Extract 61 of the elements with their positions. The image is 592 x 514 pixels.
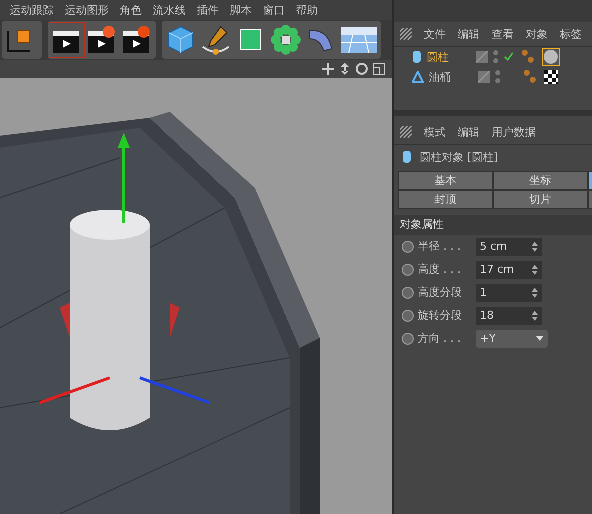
spinner-arrows-icon[interactable] [532, 310, 538, 320]
menu-item[interactable]: 帮助 [296, 2, 318, 18]
material-tags-icon[interactable] [523, 69, 539, 85]
move-icon[interactable] [321, 62, 335, 76]
radio-button[interactable] [402, 240, 414, 252]
menu-item[interactable]: 编辑 [458, 124, 480, 140]
number-field[interactable]: 1 [476, 284, 542, 302]
field-label: 高度分段 [418, 285, 463, 300]
checker-tag-icon[interactable] [544, 70, 558, 84]
menu-item[interactable]: 查看 [492, 26, 514, 42]
triangle-icon [412, 71, 424, 83]
cylinder-icon [402, 150, 412, 164]
menu-item[interactable]: 文件 [424, 26, 446, 42]
object-name[interactable]: 圆柱 [427, 50, 471, 64]
spinner-arrows-icon[interactable] [532, 288, 538, 298]
caret-icon[interactable] [536, 336, 544, 341]
visibility-dots-icon[interactable] [493, 50, 499, 64]
menu-item[interactable]: 标签 [560, 26, 582, 42]
menu-item[interactable]: 编辑 [458, 26, 480, 42]
radio-button[interactable] [402, 286, 414, 298]
check-icon[interactable] [504, 52, 514, 62]
radio-button[interactable] [402, 332, 414, 344]
tab[interactable]: 基本 [398, 171, 493, 190]
menu-item[interactable]: 模式 [424, 124, 446, 140]
tab[interactable]: 坐标 [493, 171, 588, 190]
menu-item[interactable]: 插件 [197, 2, 219, 18]
menu-item[interactable]: 窗口 [263, 2, 285, 18]
object-title: 圆柱对象 [圆柱] [420, 150, 498, 164]
field-label: 半径 . . . [418, 239, 462, 254]
field-label: 旋转分段 [418, 308, 463, 323]
menu-item[interactable]: 对象 [526, 26, 548, 42]
dropdown[interactable]: +Y [476, 330, 548, 348]
cylinder-icon [412, 50, 422, 64]
grip-icon [400, 28, 412, 40]
number-field[interactable]: 17 cm [476, 260, 542, 278]
spinner-arrows-icon[interactable] [532, 242, 538, 252]
number-field[interactable]: 18 [476, 306, 542, 324]
spinner-arrows-icon[interactable] [532, 264, 538, 274]
field-label: 高度 . . . [418, 262, 462, 277]
menu-item[interactable]: 脚本 [230, 2, 252, 18]
object-name[interactable]: 油桶 [429, 70, 473, 84]
tab[interactable]: 切片 [493, 190, 588, 209]
radio-button[interactable] [402, 264, 414, 276]
clapperboard-icon[interactable] [50, 23, 84, 57]
radio-button[interactable] [402, 310, 414, 322]
menu-item[interactable]: 运动跟踪 [10, 2, 54, 18]
tab[interactable]: 封顶 [398, 190, 493, 209]
field-label: 方向 . . . [418, 331, 462, 346]
visibility-dots-icon[interactable] [495, 70, 501, 84]
menu-item[interactable]: 流水线 [153, 2, 186, 18]
menu-item[interactable]: 用户数据 [492, 124, 536, 140]
flower-icon[interactable] [269, 23, 303, 57]
grip-icon [400, 126, 412, 138]
menu-item[interactable]: 角色 [120, 2, 142, 18]
sphere-tag-icon[interactable] [542, 48, 560, 66]
window-icon[interactable] [372, 62, 386, 76]
rotate-icon[interactable] [355, 62, 369, 76]
menu-item[interactable]: 运动图形 [65, 2, 109, 18]
section-header: 对象属性 [394, 215, 592, 235]
number-field[interactable]: 5 cm [476, 238, 542, 256]
material-tags-icon[interactable] [521, 49, 537, 65]
